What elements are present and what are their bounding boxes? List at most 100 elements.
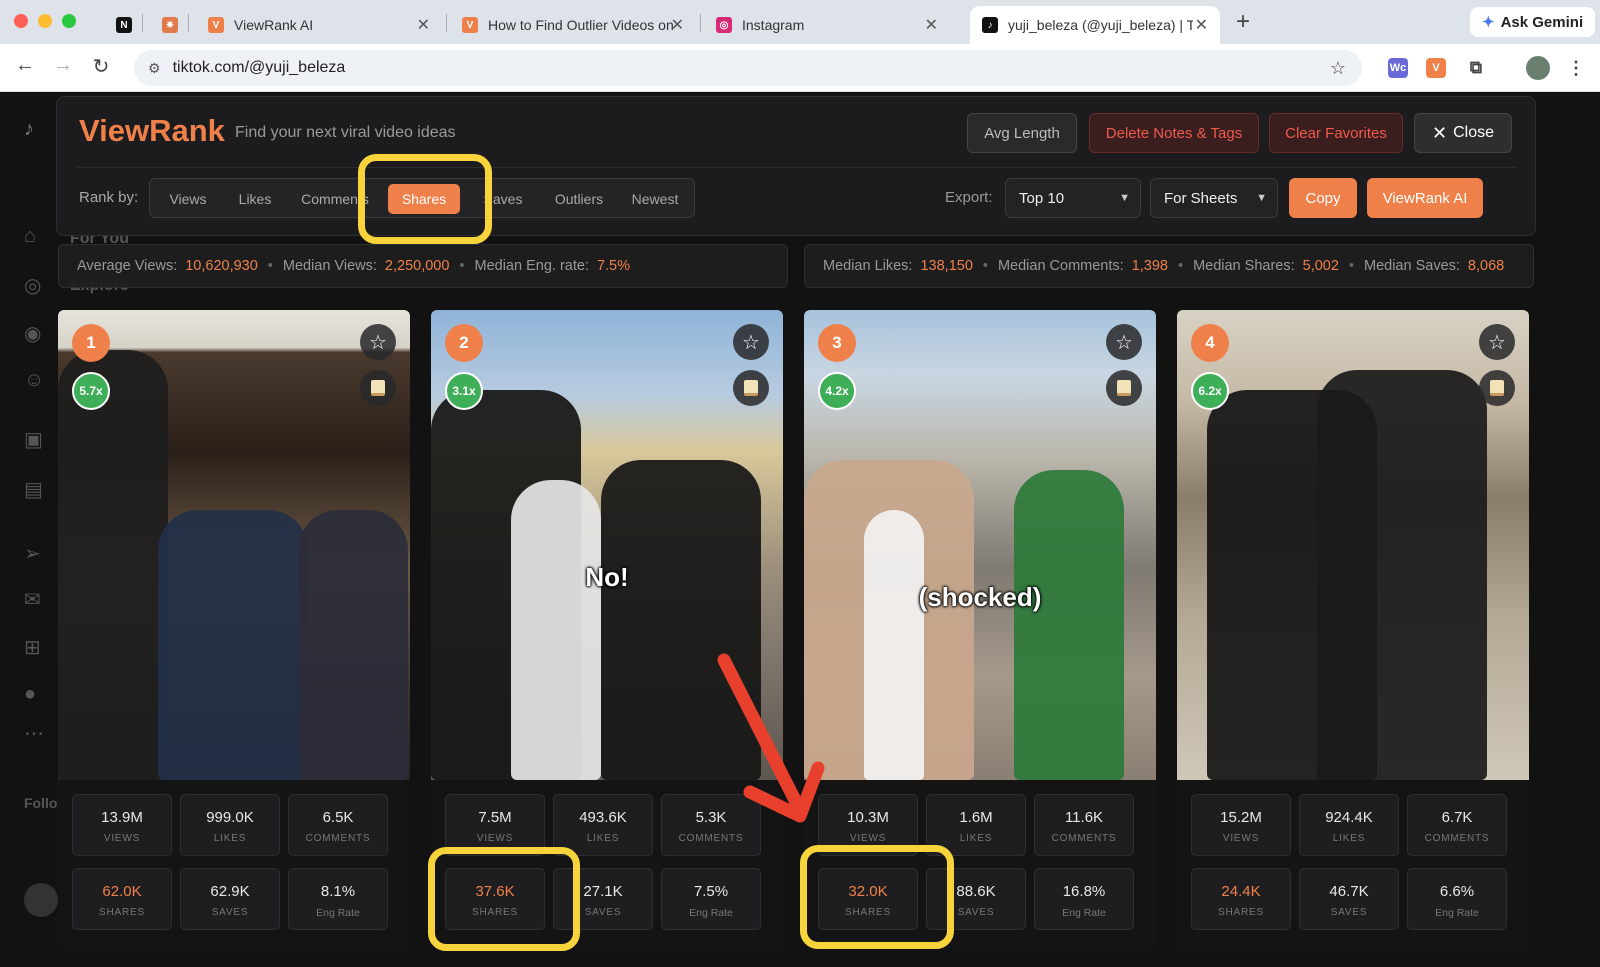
tab-close-icon[interactable]: ✕ bbox=[671, 15, 684, 35]
metric-label: Likes bbox=[213, 833, 247, 844]
note-pad-glyph bbox=[1117, 380, 1131, 396]
stat-value: 7.5% bbox=[596, 258, 631, 274]
extensions-puzzle-icon[interactable]: ⧉ bbox=[1466, 58, 1486, 78]
stat-separator: • bbox=[1177, 258, 1184, 274]
delete-notes-tags-button[interactable]: Delete Notes & Tags bbox=[1089, 113, 1259, 153]
tab-favicon-icon: N bbox=[116, 17, 132, 33]
favorite-star-icon[interactable]: ☆ bbox=[1106, 324, 1142, 360]
metric-value: 6.7K bbox=[1441, 809, 1473, 826]
reload-icon[interactable]: ↻ bbox=[88, 54, 114, 79]
viewrank-ai-button[interactable]: ViewRank AI bbox=[1367, 178, 1483, 218]
metric-saves: 62.9K Saves bbox=[180, 868, 280, 930]
note-pad-icon[interactable] bbox=[733, 370, 769, 406]
viewrank-panel: ViewRank Find your next viral video idea… bbox=[56, 96, 1536, 236]
minimize-window-button[interactable] bbox=[38, 14, 52, 28]
browser-tab[interactable]: ◎ Instagram ✕ bbox=[704, 6, 950, 44]
metrics-grid: 13.9M Views 999.0K Likes 6.5K Comments 62.0K Sh… bbox=[72, 794, 396, 938]
metric-value: 8.1% bbox=[320, 883, 356, 900]
address-bar[interactable]: ⚙ tiktok.com/@yuji_beleza ☆ bbox=[134, 50, 1362, 86]
profile-icon[interactable]: ● bbox=[24, 683, 54, 707]
metric-label: Eng Rate bbox=[689, 907, 733, 919]
following-icon[interactable]: ☺ bbox=[24, 369, 54, 393]
browser-tab[interactable]: V How to Find Outlier Videos on ✕ bbox=[450, 6, 696, 44]
site-settings-icon[interactable]: ⚙ bbox=[148, 60, 161, 77]
new-tab-button[interactable]: + bbox=[1236, 8, 1250, 36]
metric-value: 7.5% bbox=[693, 883, 729, 900]
export-format-value: For Sheets bbox=[1164, 189, 1238, 207]
export-format-select[interactable]: For Sheets ▼ bbox=[1150, 178, 1278, 218]
thumbnail-figure bbox=[158, 510, 308, 780]
browser-tab-bar: N ✷ V ViewRank AI ✕ V How to Find Outlier Vide… bbox=[0, 0, 1600, 44]
stat-label: Median Saves: bbox=[1364, 258, 1460, 274]
video-thumbnail[interactable] bbox=[58, 310, 410, 780]
metric-value: 24.4K bbox=[1221, 883, 1261, 900]
rank-views-tab[interactable]: Views bbox=[158, 184, 218, 214]
tv-icon[interactable]: ▤ bbox=[24, 477, 54, 501]
video-card[interactable]: 4 6.2x ☆ 15.2M Views 924.4K Likes 6.7K Comments 2… bbox=[1177, 310, 1529, 950]
metric-comments: 6.7K Comments bbox=[1407, 794, 1507, 856]
favorite-star-icon[interactable]: ☆ bbox=[1479, 324, 1515, 360]
close-window-button[interactable] bbox=[14, 14, 28, 28]
annotation-arrow-icon bbox=[717, 653, 825, 823]
favorite-star-icon[interactable]: ☆ bbox=[733, 324, 769, 360]
tab-close-icon[interactable]: ✕ bbox=[925, 15, 938, 35]
note-pad-icon[interactable] bbox=[1479, 370, 1515, 406]
browser-tab[interactable]: V ViewRank AI ✕ bbox=[196, 6, 442, 44]
profile-avatar[interactable] bbox=[1526, 56, 1550, 80]
note-pad-icon[interactable] bbox=[360, 370, 396, 406]
video-caption: (shocked) bbox=[918, 582, 1042, 612]
browser-tab[interactable]: ♪ yuji_beleza (@yuji_beleza) | T ✕ bbox=[970, 6, 1220, 44]
rank-likes-tab[interactable]: Likes bbox=[226, 184, 284, 214]
more-icon[interactable]: ⋯ bbox=[24, 721, 54, 745]
export-count-select[interactable]: Top 10 ▼ bbox=[1005, 178, 1141, 218]
bookmark-star-icon[interactable]: ☆ bbox=[1330, 58, 1346, 79]
thumbnail-figure bbox=[864, 510, 924, 780]
rank-outliers-tab[interactable]: Outliers bbox=[542, 184, 616, 214]
metric-label: Comments bbox=[305, 833, 371, 844]
rank-newest-tab[interactable]: Newest bbox=[622, 184, 688, 214]
upload-icon[interactable]: ▣ bbox=[24, 427, 54, 451]
video-card[interactable]: 1 5.7x ☆ 13.9M Views 999.0K Likes 6.5K Comments 6… bbox=[58, 310, 410, 950]
browser-tab[interactable]: N bbox=[104, 6, 138, 44]
metric-views: 15.2M Views bbox=[1191, 794, 1291, 856]
maximize-window-button[interactable] bbox=[62, 14, 76, 28]
viewrank-extension-icon[interactable]: V bbox=[1426, 58, 1446, 78]
stat-value: 10,620,930 bbox=[185, 258, 258, 274]
browser-menu-icon[interactable]: ⋮ bbox=[1566, 58, 1586, 78]
tab-favicon-icon: ✷ bbox=[162, 17, 178, 33]
video-thumbnail[interactable] bbox=[804, 310, 1156, 780]
message-icon[interactable]: ✉ bbox=[24, 587, 54, 611]
tab-close-icon[interactable]: ✕ bbox=[417, 15, 430, 35]
account-avatar[interactable] bbox=[24, 883, 58, 917]
outlier-badge: 3.1x bbox=[445, 372, 483, 410]
live-icon[interactable]: ◉ bbox=[24, 321, 54, 345]
browser-tab[interactable]: ✷ bbox=[150, 6, 184, 44]
browser-toolbar: ← → ↻ ⚙ tiktok.com/@yuji_beleza ☆ Wc V ⧉… bbox=[0, 44, 1600, 92]
ask-gemini-label: Ask Gemini bbox=[1500, 13, 1584, 31]
stat-label: Average Views: bbox=[77, 258, 178, 274]
copy-button[interactable]: Copy bbox=[1289, 178, 1357, 218]
url-text: tiktok.com/@yuji_beleza bbox=[172, 59, 346, 76]
outlier-badge: 4.2x bbox=[818, 372, 856, 410]
ask-gemini-button[interactable]: ✦ Ask Gemini bbox=[1470, 7, 1596, 37]
send-icon[interactable]: ➢ bbox=[24, 541, 54, 565]
wc-extension-icon[interactable]: Wc bbox=[1388, 58, 1408, 78]
note-pad-icon[interactable] bbox=[1106, 370, 1142, 406]
close-button[interactable]: ✕ Close bbox=[1414, 113, 1512, 153]
forward-arrow-icon[interactable]: → bbox=[50, 54, 76, 77]
metric-label: Saves bbox=[1330, 907, 1368, 918]
metric-value: 1.6M bbox=[959, 809, 993, 826]
add-icon[interactable]: ⊞ bbox=[24, 635, 54, 659]
export-count-value: Top 10 bbox=[1019, 189, 1065, 207]
card-2-shares-highlight bbox=[428, 847, 580, 951]
panel-divider bbox=[77, 167, 1517, 168]
thumbnail-figure bbox=[1014, 470, 1124, 780]
home-icon[interactable]: ⌂ bbox=[24, 225, 54, 249]
tab-close-icon[interactable]: ✕ bbox=[1195, 15, 1208, 35]
clear-favorites-button[interactable]: Clear Favorites bbox=[1269, 113, 1403, 153]
favorite-star-icon[interactable]: ☆ bbox=[360, 324, 396, 360]
video-thumbnail[interactable] bbox=[1177, 310, 1529, 780]
avg-length-button[interactable]: Avg Length bbox=[967, 113, 1077, 153]
back-arrow-icon[interactable]: ← bbox=[12, 54, 38, 77]
explore-compass-icon[interactable]: ◎ bbox=[24, 273, 54, 297]
